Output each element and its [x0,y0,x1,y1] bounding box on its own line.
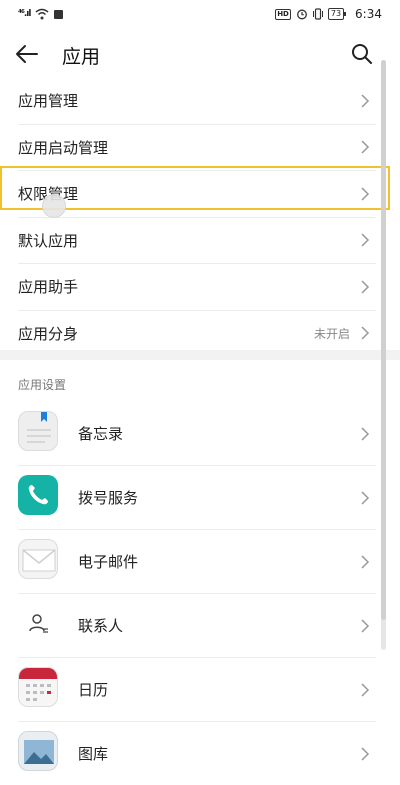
status-bar-right: HD 73 6:34 [275,7,382,21]
page-title: 应用 [62,46,101,68]
memo-icon [18,411,58,451]
chevron-right-icon [361,233,370,247]
app-item-memo[interactable]: 备忘录 [18,402,376,466]
menu-item-app-launch-management[interactable]: 应用启动管理 [18,125,376,171]
chevron-right-icon [361,426,370,441]
menu-item-default-apps[interactable]: 默认应用 [18,218,376,264]
contacts-icon [18,603,58,643]
chevron-right-icon [361,187,370,201]
scrollbar[interactable] [381,60,386,650]
back-arrow-icon[interactable] [14,42,40,66]
phone-icon [18,475,58,515]
hd-icon: HD [275,8,291,20]
chevron-right-icon [361,554,370,569]
chevron-right-icon [361,140,370,154]
alarm-icon [296,9,307,20]
app-item-gallery[interactable]: 图库 [18,722,376,785]
chevron-right-icon [361,280,370,294]
vibrate-icon [312,8,323,20]
signal-icon: ⁴⁶.ıl [18,9,32,19]
gallery-icon [18,731,58,771]
menu-item-app-management[interactable]: 应用管理 [18,78,376,125]
app-item-email[interactable]: 电子邮件 [18,530,376,594]
menu-item-app-assistant[interactable]: 应用助手 [18,264,376,311]
menu-item-label: 默认应用 [18,231,79,250]
clock: 6:34 [355,7,382,21]
chevron-right-icon [361,326,370,340]
app-label: 联系人 [78,617,124,635]
menu-item-permission-management[interactable]: 权限管理 [18,171,376,218]
app-label: 日历 [78,681,109,699]
app-label: 图库 [78,745,109,763]
chevron-right-icon [361,94,370,108]
search-icon[interactable] [350,42,374,66]
wifi-icon [36,8,49,20]
app-twin-status: 未开启 [313,326,350,341]
scrollbar-thumb[interactable] [381,60,386,620]
app-menu-list: 应用管理 应用启动管理 权限管理 默认应用 应用助手 应用分身 未开启 [0,78,400,356]
app-label: 备忘录 [78,425,124,443]
app-settings-list: 备忘录 拨号服务 电子邮件 联系人 日历 图库 [0,402,400,785]
section-divider [0,350,400,360]
app-item-contacts[interactable]: 联系人 [18,594,376,658]
battery-icon: 73 [327,8,347,20]
app-item-dialer[interactable]: 拨号服务 [18,466,376,530]
calendar-icon [18,667,58,707]
app-header: 应用 [0,30,400,78]
chevron-right-icon [361,490,370,505]
app-label: 电子邮件 [78,553,139,571]
email-icon [18,539,58,579]
menu-item-label: 应用启动管理 [18,138,109,157]
touch-indicator [42,194,66,218]
status-bar-left: ⁴⁶.ıl [18,8,64,20]
notification-icon [54,9,64,19]
app-item-calendar[interactable]: 日历 [18,658,376,722]
menu-item-label: 应用助手 [18,278,79,297]
app-label: 拨号服务 [78,489,139,507]
menu-item-label: 应用管理 [18,92,79,111]
menu-item-label: 应用分身 [18,324,79,343]
chevron-right-icon [361,682,370,697]
chevron-right-icon [361,746,370,761]
chevron-right-icon [361,618,370,633]
status-bar: ⁴⁶.ıl HD 73 6:34 [0,0,400,30]
app-settings-header: 应用设置 [18,378,67,392]
